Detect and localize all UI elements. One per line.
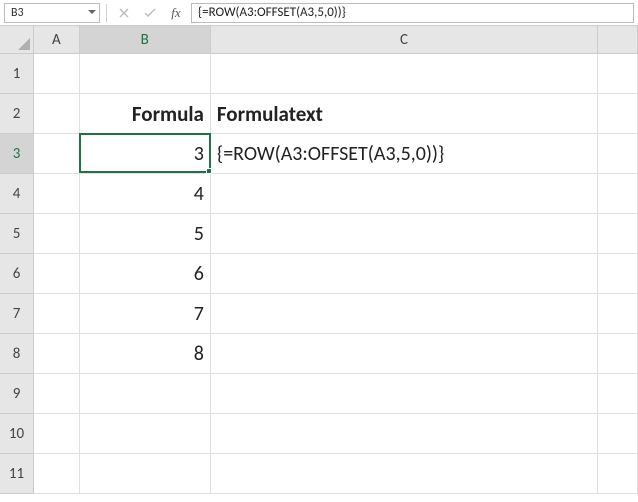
cell-C9[interactable]: [211, 374, 598, 414]
row-header-2[interactable]: 2: [0, 94, 33, 134]
name-box[interactable]: B3: [4, 3, 100, 23]
cell-C10[interactable]: [211, 414, 598, 454]
cell-B3[interactable]: 3: [80, 134, 211, 174]
insert-function-button[interactable]: fx: [165, 3, 187, 23]
table-row: 4: [34, 174, 638, 214]
cell-C2[interactable]: Formulatext: [211, 94, 598, 134]
table-row: 6: [34, 254, 638, 294]
name-box-value: B3: [5, 6, 83, 20]
cell-C5[interactable]: [211, 214, 598, 254]
cell-C3[interactable]: {=ROW(A3:OFFSET(A3,5,0))}: [211, 134, 598, 174]
table-row: 5: [34, 214, 638, 254]
cell-B1[interactable]: [80, 54, 211, 94]
table-row: [34, 454, 638, 494]
cell-B9[interactable]: [80, 374, 211, 414]
cell-9[interactable]: [598, 374, 638, 414]
cell-B8[interactable]: 8: [80, 334, 211, 374]
cell-C6[interactable]: [211, 254, 598, 294]
cell-4[interactable]: [598, 174, 638, 214]
cell-A2[interactable]: [34, 94, 80, 134]
cell-8[interactable]: [598, 334, 638, 374]
cell-B4[interactable]: 4: [80, 174, 211, 214]
row-header-7[interactable]: 7: [0, 294, 33, 334]
row-header-5[interactable]: 5: [0, 214, 33, 254]
row-header-11[interactable]: 11: [0, 454, 33, 494]
column-header-A[interactable]: A: [34, 26, 80, 53]
table-row: 7: [34, 294, 638, 334]
table-row: [34, 374, 638, 414]
cell-3[interactable]: [598, 134, 638, 174]
cell-C8[interactable]: [211, 334, 598, 374]
table-row: 8: [34, 334, 638, 374]
cell-C11[interactable]: [211, 454, 598, 494]
cell-5[interactable]: [598, 214, 638, 254]
row-header-8[interactable]: 8: [0, 334, 33, 374]
cell-A4[interactable]: [34, 174, 80, 214]
cell-A5[interactable]: [34, 214, 80, 254]
formula-bar: B3 fx {=ROW(A3:OFFSET(A3,5,0))}: [0, 0, 638, 26]
cell-C1[interactable]: [211, 54, 598, 94]
cell-C7[interactable]: [211, 294, 598, 334]
row-header-3[interactable]: 3: [0, 134, 33, 174]
formula-input[interactable]: {=ROW(A3:OFFSET(A3,5,0))}: [191, 3, 634, 23]
cell-B5[interactable]: 5: [80, 214, 211, 254]
enter-button[interactable]: [139, 3, 161, 23]
cell-11[interactable]: [598, 454, 638, 494]
cell-A7[interactable]: [34, 294, 80, 334]
name-box-dropdown-icon[interactable]: [83, 4, 99, 22]
row-header-1[interactable]: 1: [0, 54, 33, 94]
table-row: 3{=ROW(A3:OFFSET(A3,5,0))}: [34, 134, 638, 174]
column-header-C[interactable]: C: [211, 26, 598, 53]
cell-1[interactable]: [598, 54, 638, 94]
row-header-9[interactable]: 9: [0, 374, 33, 414]
cell-B6[interactable]: 6: [80, 254, 211, 294]
cell-A6[interactable]: [34, 254, 80, 294]
cell-B7[interactable]: 7: [80, 294, 211, 334]
column-header-B[interactable]: B: [80, 26, 211, 53]
table-row: FormulaFormulatext: [34, 94, 638, 134]
cell-A11[interactable]: [34, 454, 80, 494]
cells-area[interactable]: FormulaFormulatext3{=ROW(A3:OFFSET(A3,5,…: [34, 54, 638, 502]
table-row: [34, 414, 638, 454]
cell-B10[interactable]: [80, 414, 211, 454]
cell-A8[interactable]: [34, 334, 80, 374]
cell-C4[interactable]: [211, 174, 598, 214]
table-row: [34, 54, 638, 94]
divider: [106, 4, 107, 22]
select-all-corner[interactable]: [0, 26, 34, 54]
cell-A3[interactable]: [34, 134, 80, 174]
cell-6[interactable]: [598, 254, 638, 294]
fx-icon: fx: [171, 5, 180, 21]
row-headers: 1234567891011: [0, 54, 34, 494]
row-header-10[interactable]: 10: [0, 414, 33, 454]
cell-B11[interactable]: [80, 454, 211, 494]
row-header-4[interactable]: 4: [0, 174, 33, 214]
cell-2[interactable]: [598, 94, 638, 134]
column-header-blank[interactable]: [598, 26, 638, 53]
cell-A9[interactable]: [34, 374, 80, 414]
cell-B2[interactable]: Formula: [80, 94, 211, 134]
cancel-button[interactable]: [113, 3, 135, 23]
formula-text: {=ROW(A3:OFFSET(A3,5,0))}: [198, 5, 346, 20]
row-header-6[interactable]: 6: [0, 254, 33, 294]
cell-7[interactable]: [598, 294, 638, 334]
spreadsheet-grid: ABC 1234567891011 FormulaFormulatext3{=R…: [0, 26, 638, 502]
cell-A10[interactable]: [34, 414, 80, 454]
cell-10[interactable]: [598, 414, 638, 454]
column-headers: ABC: [34, 26, 638, 54]
cell-A1[interactable]: [34, 54, 80, 94]
